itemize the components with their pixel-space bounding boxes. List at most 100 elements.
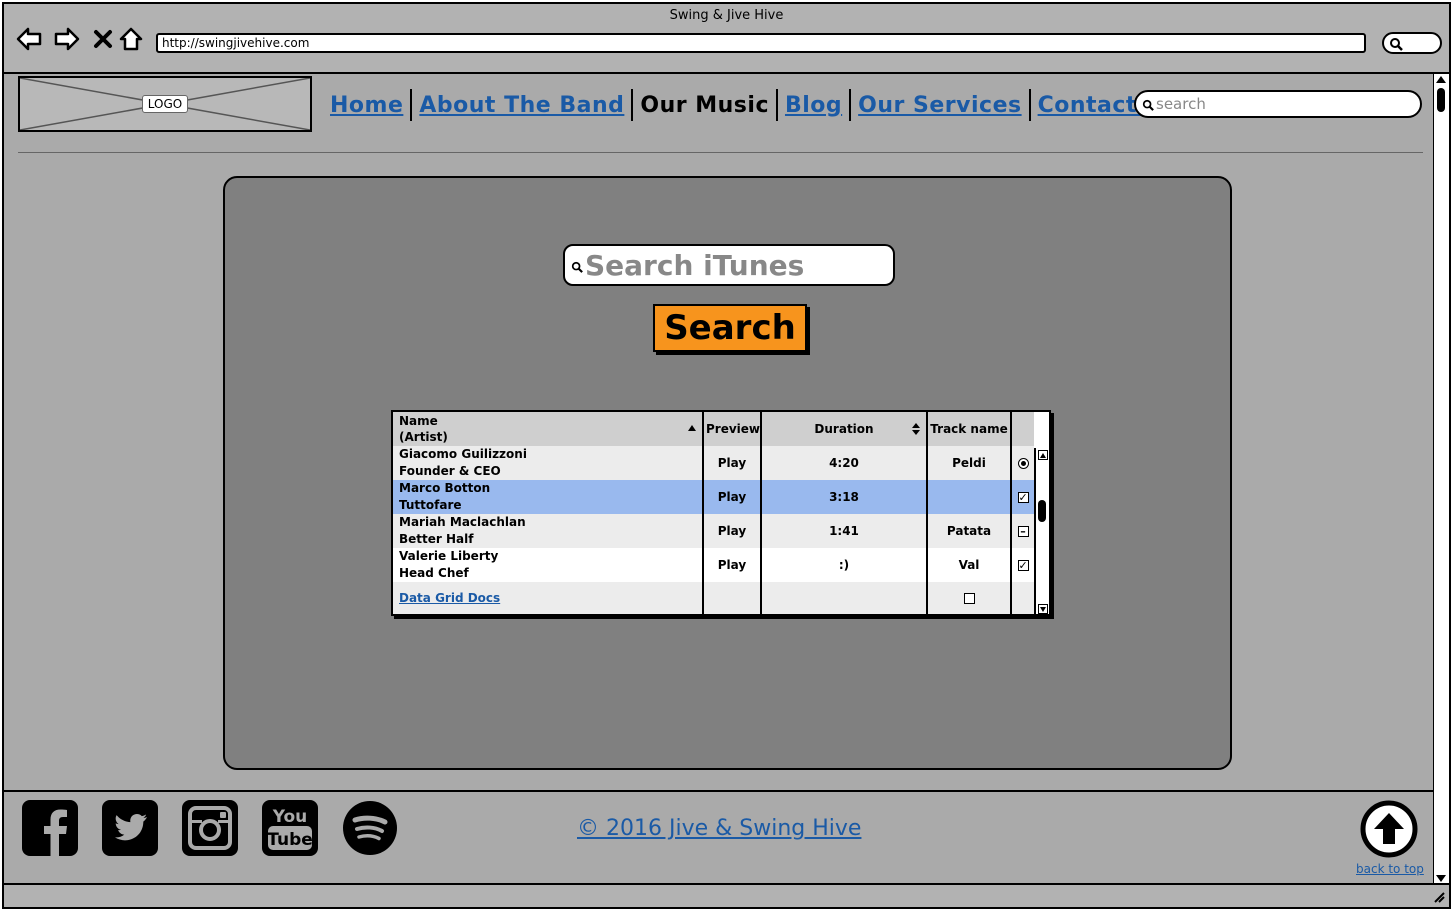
row-artist: Founder & CEO [399,464,501,478]
column-header-preview[interactable]: Preview [703,412,762,446]
site-search-input[interactable] [1156,94,1406,114]
column-header-select [1011,412,1034,446]
row-artist: Head Chef [399,566,469,580]
twitter-icon[interactable] [102,800,158,856]
row-artist: Tuttofare [399,498,462,512]
nav-divider [775,89,778,121]
cell-duration: 3:18 [761,480,928,514]
sort-ascending-icon [688,425,696,431]
nav-our-services[interactable]: Our Services [854,93,1025,118]
forward-icon[interactable] [52,24,82,54]
table-row: Data Grid Docs [393,582,1034,614]
column-header-duration[interactable]: Duration [761,412,928,446]
browser-window: Swing & Jive Hive http://swingjivehive.c… [2,2,1451,909]
itunes-search-field[interactable] [563,244,895,286]
nav-about-the-band[interactable]: About The Band [415,93,628,118]
youtube-logo-bottom: Tube [267,830,313,850]
scroll-down-icon[interactable] [1436,875,1446,882]
search-button[interactable]: Search [653,304,807,352]
cell-select: ✓ [1011,480,1034,514]
row-name: Giacomo Guilizzoni [399,447,527,461]
cell-preview[interactable]: Play [703,514,762,548]
cell-name: Mariah Maclachlan Better Half [393,514,704,548]
back-icon[interactable] [14,24,44,54]
cell-empty [1011,582,1034,614]
back-to-top-link[interactable]: back to top [1356,862,1424,876]
row-name: Mariah Maclachlan [399,515,526,529]
column-header-track-name[interactable]: Track name [927,412,1012,446]
column-header-name-label: Name (Artist) [399,414,448,444]
page-footer: You Tube © 2016 Jive & Swing Hive back t… [4,792,1433,886]
url-bar[interactable]: http://swingjivehive.com [156,33,1366,53]
stop-icon[interactable] [88,24,118,54]
search-icon [1390,38,1403,51]
scroll-down-icon[interactable] [1038,604,1048,614]
window-title: Swing & Jive Hive [669,8,784,23]
row-radio-button[interactable] [1017,458,1029,469]
scrollbar-thumb[interactable] [1437,88,1445,112]
nav-divider [631,89,634,121]
copyright-link[interactable]: © 2016 Jive & Swing Hive [577,816,861,841]
cell-preview[interactable]: Play [703,446,762,480]
browser-toolbar: Swing & Jive Hive http://swingjivehive.c… [4,4,1449,74]
column-header-duration-label: Duration [814,422,874,436]
facebook-icon[interactable] [22,800,78,856]
nav-home[interactable]: Home [326,93,407,118]
results-data-grid: Name (Artist) Preview Duration Track nam… [391,410,1051,616]
arrow-up-circle-icon[interactable] [1360,800,1418,858]
spotify-icon[interactable] [342,800,398,856]
cell-link: Data Grid Docs [393,582,704,614]
cell-name: Valerie Liberty Head Chef [393,548,704,582]
music-search-panel: Search Name (Artist) Previe [223,176,1232,770]
youtube-icon[interactable]: You Tube [262,800,318,856]
cell-empty [761,582,928,614]
cell-track-name: Peldi [927,446,1012,480]
table-row[interactable]: Mariah Maclachlan Better Half Play 1:41 … [393,514,1034,548]
instagram-icon[interactable] [182,800,238,856]
nav-blog[interactable]: Blog [781,93,846,118]
column-header-name[interactable]: Name (Artist) [393,412,704,446]
cell-preview[interactable]: Play [703,480,762,514]
grid-scrollbar[interactable] [1034,448,1049,614]
home-icon[interactable] [116,24,146,54]
resize-grip-icon[interactable] [1431,889,1445,903]
row-checkbox-checked[interactable]: ✓ [1017,492,1029,503]
page-scrollbar[interactable] [1433,74,1449,886]
logo-label: LOGO [142,95,188,113]
scrollbar-thumb[interactable] [1038,500,1046,522]
row-checkbox-unchecked[interactable] [963,593,975,604]
table-row[interactable]: Valerie Liberty Head Chef Play :) Val ✓ [393,548,1034,582]
cell-empty [703,582,762,614]
search-icon [571,261,583,273]
cell-preview[interactable]: Play [703,548,762,582]
logo[interactable]: LOGO [18,76,312,132]
cell-track-name [927,480,1012,514]
cell-duration: 1:41 [761,514,928,548]
nav-divider [849,89,852,121]
cell-track-name: Val [927,548,1012,582]
row-artist: Better Half [399,532,474,546]
cell-select [1011,446,1034,480]
nav-our-music[interactable]: Our Music [636,93,773,118]
row-name: Valerie Liberty [399,549,499,563]
table-row[interactable]: Marco Botton Tuttofare Play 3:18 ✓ [393,480,1034,514]
row-name: Marco Botton [399,481,491,495]
youtube-logo-top: You [272,807,308,827]
scroll-up-icon[interactable] [1038,450,1048,460]
cell-select: ✓ [1011,548,1034,582]
cell-name: Giacomo Guilizzoni Founder & CEO [393,446,704,480]
itunes-search-input[interactable] [585,248,885,282]
table-row[interactable]: Giacomo Guilizzoni Founder & CEO Play 4:… [393,446,1034,480]
nav-divider [410,89,413,121]
cell-track-name: Patata [927,514,1012,548]
row-checkbox-indeterminate[interactable]: – [1017,526,1029,537]
nav-divider [1028,89,1031,121]
cell-duration: 4:20 [761,446,928,480]
data-grid-docs-link[interactable]: Data Grid Docs [399,591,500,605]
search-icon [1142,99,1154,111]
scroll-up-icon[interactable] [1436,76,1446,83]
site-search[interactable] [1134,90,1422,118]
cell-select: – [1011,514,1034,548]
browser-search-field[interactable] [1382,32,1442,54]
row-checkbox-checked[interactable]: ✓ [1017,560,1029,571]
